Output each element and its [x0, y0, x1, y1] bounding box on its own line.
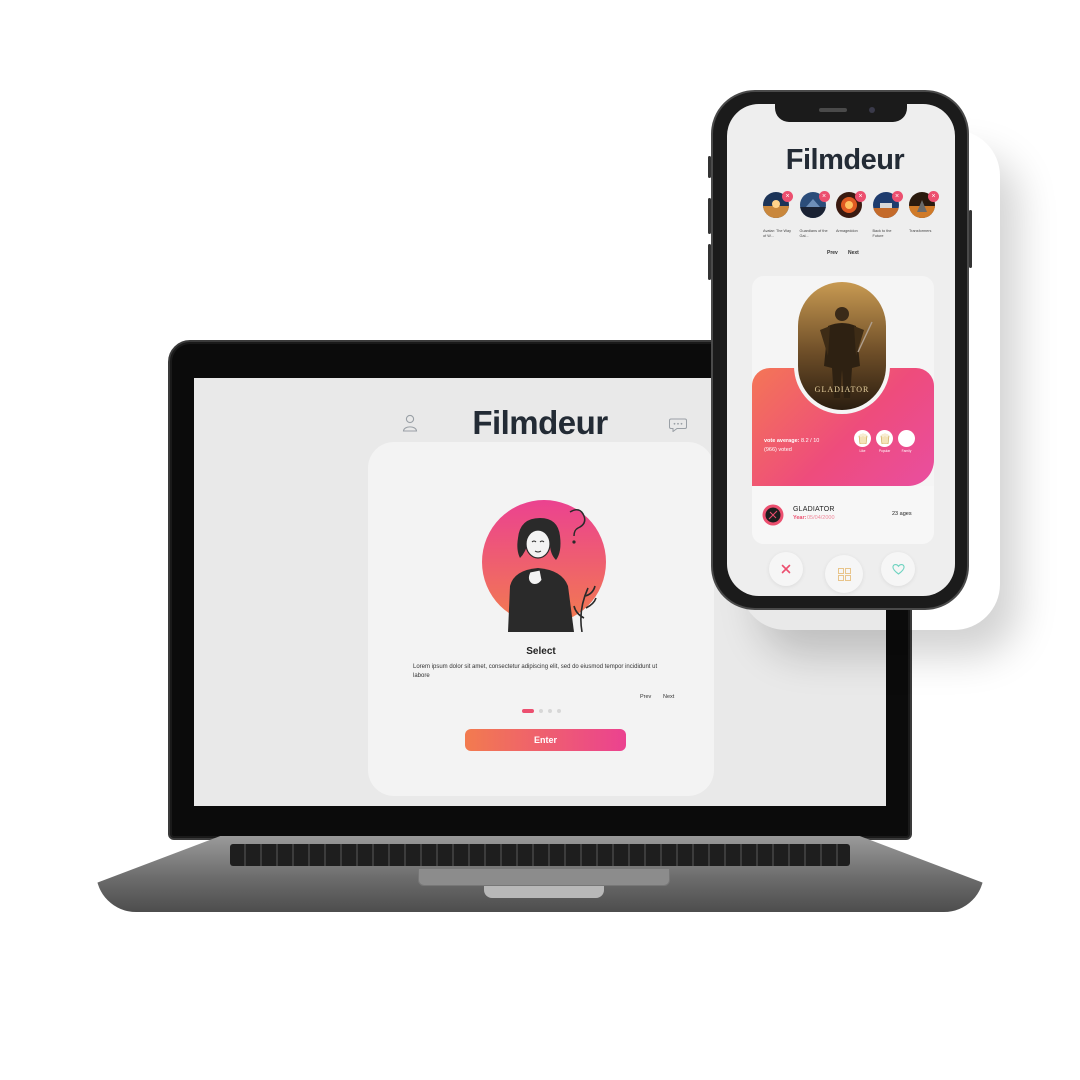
phone-volume-down-button — [708, 244, 711, 280]
phone-volume-up-button — [708, 198, 711, 234]
movie-tags: Like Popular Family — [854, 430, 915, 453]
empty-tag-icon — [898, 430, 915, 447]
prev-link[interactable]: Prev — [827, 250, 838, 256]
close-icon[interactable]: × — [928, 191, 939, 202]
pagination-dot[interactable] — [539, 709, 543, 713]
vote-average-label: vote average: — [764, 438, 800, 444]
details-button[interactable] — [825, 555, 863, 593]
phone-notch — [775, 104, 907, 122]
close-icon — [781, 564, 791, 574]
vote-average: vote average: 8.2 / 10 — [764, 438, 819, 444]
movie-info-row: GLADIATOR Year: 05/04/2000 23 ages — [752, 486, 934, 544]
popcorn-icon — [854, 430, 871, 447]
popcorn-icon — [876, 430, 893, 447]
selected-movie-item[interactable]: × Guardians of the Gal... — [799, 191, 830, 239]
selected-movie-item[interactable]: × Back to the Future — [872, 191, 903, 239]
laptop-keyboard — [230, 844, 850, 866]
pagination-dot[interactable] — [557, 709, 561, 713]
close-icon[interactable]: × — [855, 191, 866, 202]
age-text: 23 ages — [892, 511, 912, 517]
close-icon[interactable]: × — [818, 191, 830, 202]
grid-icon — [837, 567, 851, 581]
movie-title: Guardians of the Gal... — [799, 229, 828, 238]
next-link[interactable]: Next — [663, 694, 674, 700]
enter-button[interactable]: Enter — [465, 729, 626, 751]
close-icon[interactable]: × — [891, 191, 903, 202]
tag-family[interactable]: Family — [898, 430, 915, 453]
vote-count: (966) voted — [764, 447, 792, 453]
movie-title: Avatar: The Way of W... — [763, 229, 791, 238]
phone-screen: Filmdeur × Avatar: The Way of W... × Gua… — [727, 104, 955, 596]
laptop-trackpad — [418, 868, 670, 886]
app-logo: Filmdeur — [785, 144, 905, 176]
year-label: Year: — [793, 515, 807, 521]
tag-label: Like — [859, 449, 866, 453]
dislike-button[interactable] — [769, 552, 803, 586]
selected-movie-item[interactable]: × Transformers — [909, 191, 939, 239]
close-icon[interactable]: × — [782, 191, 793, 202]
onboarding-description: Lorem ipsum dolor sit amet, consectetur … — [413, 664, 658, 679]
movie-poster-frame: GLADIATOR — [794, 278, 890, 414]
film-reel-icon — [762, 504, 784, 526]
tag-popular[interactable]: Popular — [876, 430, 893, 453]
tag-label: Popular — [878, 449, 891, 453]
prev-link[interactable]: Prev — [640, 694, 651, 700]
movie-title: Armageddon — [836, 229, 858, 233]
selected-movies-list: × Avatar: The Way of W... × Guardians of… — [763, 191, 939, 239]
next-link[interactable]: Next — [848, 250, 859, 256]
pagination-dots — [522, 709, 561, 713]
phone-camera — [869, 107, 875, 113]
chat-icon[interactable] — [669, 418, 687, 432]
svg-text:GLADIATOR: GLADIATOR — [815, 385, 870, 394]
tag-label: Family — [901, 449, 912, 453]
movie-title: Back to the Future — [872, 229, 892, 238]
thinking-woman-illustration — [482, 500, 606, 632]
onboarding-card: Select Lorem ipsum dolor sit amet, conse… — [368, 442, 714, 796]
movie-card: GLADIATOR vote average: 8.2 / 10 (966) v… — [752, 276, 934, 544]
heart-icon — [891, 563, 905, 575]
movie-title: GLADIATOR — [793, 506, 835, 513]
selected-movie-item[interactable]: × Armageddon — [836, 191, 866, 239]
year-value: 05/04/2000 — [807, 515, 835, 521]
movie-poster[interactable]: GLADIATOR — [798, 282, 886, 410]
phone-side-button — [708, 156, 711, 178]
pagination-dot[interactable] — [548, 709, 552, 713]
onboarding-title: Select — [526, 646, 556, 657]
phone-power-button — [969, 210, 972, 268]
laptop-notch — [484, 886, 604, 898]
vote-average-value: 8.2 / 10 — [801, 438, 820, 444]
pagination-dot-active[interactable] — [522, 709, 534, 713]
movie-title: Transformers — [909, 229, 932, 233]
phone-speaker — [819, 108, 847, 112]
tag-like[interactable]: Like — [854, 430, 871, 453]
like-button[interactable] — [881, 552, 915, 586]
selected-movie-item[interactable]: × Avatar: The Way of W... — [763, 191, 793, 239]
